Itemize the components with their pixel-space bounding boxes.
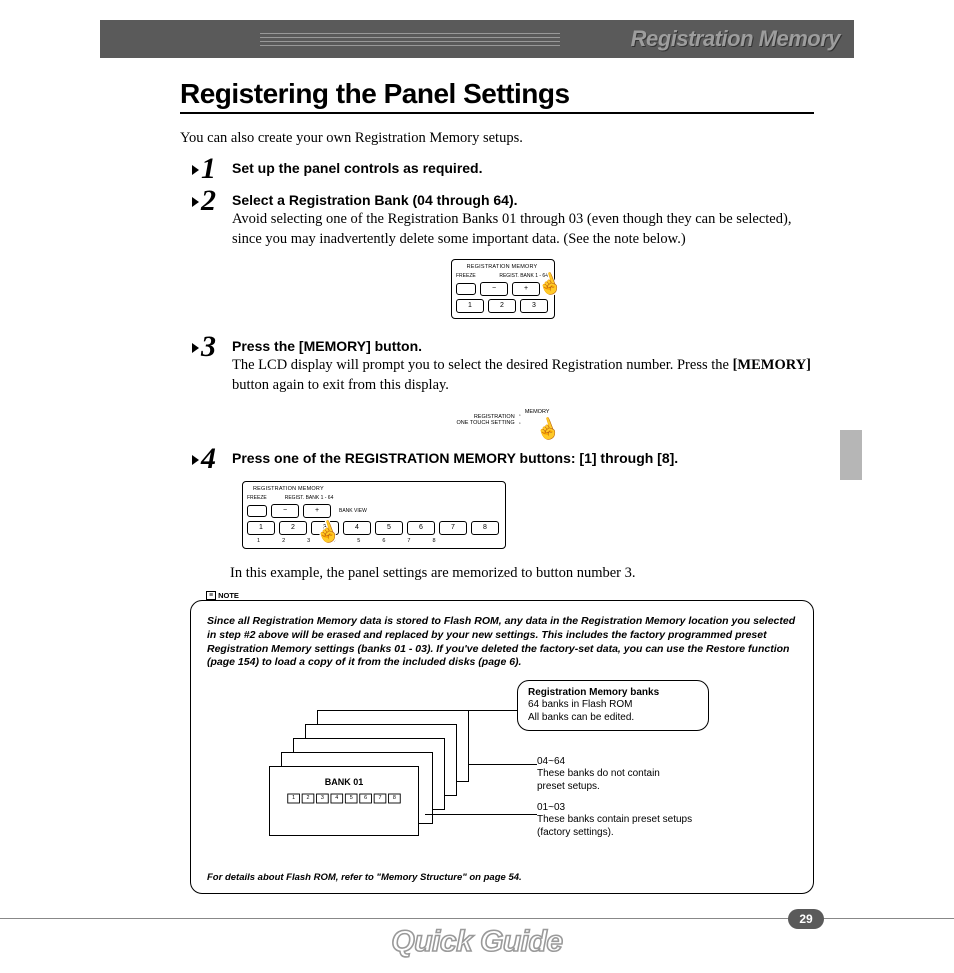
- step-title: Set up the panel controls as required.: [232, 160, 814, 176]
- step-number: 4: [201, 447, 216, 471]
- note-badge: ≡ NOTE: [204, 591, 241, 600]
- bank-label: BANK 01: [276, 777, 412, 787]
- reg-button: 2: [488, 299, 516, 313]
- panel-heading: REGISTRATION MEMORY: [456, 264, 548, 270]
- diagram-step4: REGISTRATION MEMORY FREEZE REGIST. BANK …: [242, 481, 814, 549]
- diagram-step2: REGISTRATION MEMORY FREEZE REGIST. BANK …: [192, 259, 814, 319]
- reg-button: 7: [439, 521, 467, 535]
- freeze-label: FREEZE: [247, 495, 267, 501]
- intro-text: You can also create your own Registratio…: [180, 130, 814, 147]
- note-box: ≡ NOTE Since all Registration Memory dat…: [190, 600, 814, 894]
- step-number: 2: [201, 189, 216, 213]
- chapter-title: Registration Memory: [631, 26, 840, 52]
- chapter-header: Registration Memory: [100, 20, 854, 58]
- step-body: The LCD display will prompt you to selec…: [232, 356, 814, 395]
- step-body: Avoid selecting one of the Registration …: [232, 210, 814, 249]
- side-thumb-tab: [840, 430, 862, 480]
- bank-minus: −: [480, 282, 508, 296]
- bank-label: REGIST. BANK 1 - 64: [285, 495, 334, 501]
- note-icon: ≡: [206, 591, 216, 600]
- step-title: Select a Registration Bank (04 through 6…: [232, 192, 814, 208]
- bank-minus: −: [271, 504, 299, 518]
- bankview-label: BANK VIEW: [339, 508, 367, 514]
- reg-button: 1: [456, 299, 484, 313]
- memory-label: MEMORY: [525, 409, 550, 415]
- page-number-badge: 29: [788, 909, 824, 929]
- callout-01-03: 01~03 These banks contain preset setups …: [537, 802, 697, 840]
- reg-button: 5: [375, 521, 403, 535]
- closing-text: In this example, the panel settings are …: [230, 565, 814, 582]
- freeze-button: [456, 283, 476, 295]
- note-diagram: BANK 01 1 2 3 4 5 6 7 8 R: [237, 680, 797, 860]
- step-title: Press one of the REGISTRATION MEMORY but…: [232, 450, 814, 466]
- freeze-button: [247, 505, 267, 517]
- reg-button: 3: [520, 299, 548, 313]
- bank-plus: +: [512, 282, 540, 296]
- callout-banks: Registration Memory banks 64 banks in Fl…: [517, 680, 709, 732]
- reg-button: 4: [343, 521, 371, 535]
- note-footer: For details about Flash ROM, refer to "M…: [207, 872, 797, 883]
- diagram-step3: REGISTRATION ONE TOUCH SETTING ◦◦ MEMORY…: [192, 405, 814, 431]
- decorative-stripes: [260, 30, 560, 49]
- panel-heading: REGISTRATION MEMORY: [253, 486, 499, 492]
- step-number: 1: [201, 157, 216, 181]
- note-label: NOTE: [218, 591, 239, 600]
- step-title: Press the [MEMORY] button.: [232, 338, 814, 354]
- reg-button: 8: [471, 521, 499, 535]
- reg-button: 2: [279, 521, 307, 535]
- step-3: 3 Press the [MEMORY] button. The LCD dis…: [192, 335, 814, 395]
- reg-button: 3: [311, 521, 339, 535]
- callout-04-64: 04~64 These banks do not contain preset …: [537, 756, 687, 794]
- memory-button: [525, 415, 545, 431]
- step-4: 4 Press one of the REGISTRATION MEMORY b…: [192, 447, 814, 471]
- reg-button: 6: [407, 521, 435, 535]
- freeze-label: FREEZE: [456, 273, 476, 279]
- step-number: 3: [201, 335, 216, 359]
- section-heading: Registering the Panel Settings: [180, 78, 814, 114]
- bank-label: REGIST. BANK 1 - 64: [499, 273, 548, 279]
- reg-button: 1: [247, 521, 275, 535]
- step-2: 2 Select a Registration Bank (04 through…: [192, 189, 814, 249]
- page-footer: 29 Quick Guide: [0, 918, 954, 973]
- note-main-text: Since all Registration Memory data is st…: [207, 615, 797, 670]
- step-1: 1 Set up the panel controls as required.: [192, 157, 814, 181]
- ots-label: ONE TOUCH SETTING: [457, 420, 515, 426]
- bank-plus: +: [303, 504, 331, 518]
